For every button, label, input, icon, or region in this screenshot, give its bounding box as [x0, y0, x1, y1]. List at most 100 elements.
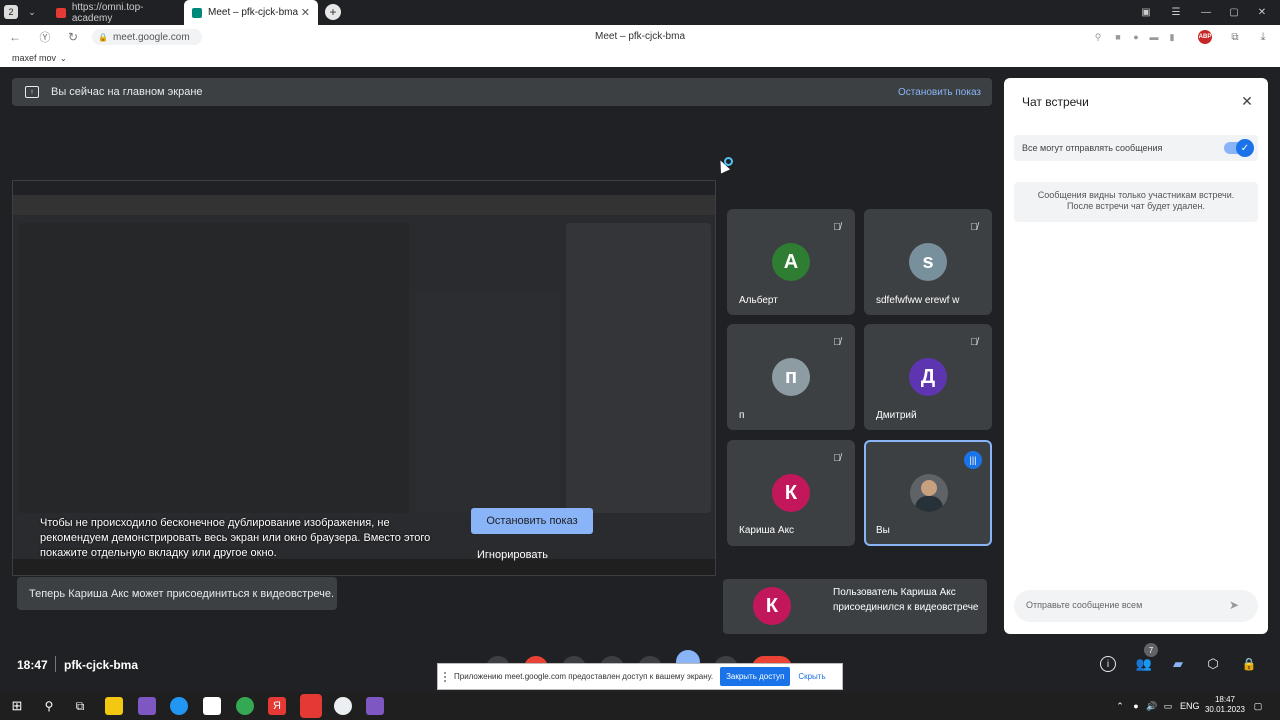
- participant-tile[interactable]: 🎙̸ s sdfefwfww erewf w: [864, 209, 992, 315]
- meeting-time: 18:47: [17, 658, 48, 672]
- avatar-initial: К: [784, 481, 798, 504]
- tab-omni[interactable]: https://omni.top-academy: [48, 0, 182, 25]
- new-tab-icon[interactable]: +: [325, 4, 341, 20]
- mic-icon[interactable]: ●: [1130, 31, 1142, 43]
- share-bar-text: Приложению meet.google.com предоставлен …: [454, 672, 714, 681]
- clock[interactable]: 18:47 30.01.2023: [1203, 695, 1247, 715]
- participant-name: sdfefwfww erewf w: [876, 295, 960, 306]
- browser-tab-bar: 2 ⌄ https://omni.top-academy Meet – pfk-…: [0, 0, 1280, 25]
- bookmark-icon[interactable]: ▮: [1166, 31, 1178, 43]
- people-count-badge: 7: [1144, 643, 1158, 657]
- info-icon[interactable]: i: [1100, 656, 1116, 672]
- mic-off-icon: 🎙̸: [833, 221, 841, 233]
- file-explorer-icon[interactable]: [105, 697, 123, 715]
- avatar: К: [753, 587, 791, 625]
- drag-handle-icon[interactable]: [444, 671, 449, 682]
- self-tile[interactable]: ||| Вы: [864, 440, 992, 546]
- chrome-icon[interactable]: [236, 697, 254, 715]
- tab-close-icon[interactable]: ✕: [301, 6, 310, 19]
- window-close-icon[interactable]: ✕: [1256, 5, 1268, 19]
- tab-counter[interactable]: 2: [4, 5, 18, 19]
- participant-name: Дмитрий: [876, 410, 917, 421]
- language-indicator[interactable]: ENG: [1180, 701, 1200, 711]
- extensions-icon[interactable]: ⧉: [1228, 30, 1242, 44]
- join-notification: К Пользователь Кариша Акс присоединился …: [723, 579, 987, 634]
- chat-icon[interactable]: ▰: [1170, 656, 1186, 672]
- yandex-browser-icon[interactable]: [300, 694, 322, 718]
- avatar-initial: К: [765, 594, 779, 617]
- store-icon[interactable]: [203, 697, 221, 715]
- avatar-initial: п: [784, 365, 798, 388]
- tab-label: https://omni.top-academy: [71, 1, 144, 24]
- avatar-initial: s: [922, 250, 934, 273]
- camera-icon[interactable]: ■: [1112, 31, 1124, 43]
- stop-access-button[interactable]: Закрыть доступ: [720, 667, 791, 686]
- info-toast: Теперь Кариша Акс может присоединиться к…: [17, 577, 337, 610]
- host-controls-icon[interactable]: 🔒: [1241, 656, 1257, 672]
- mic-off-icon: 🎙̸: [833, 452, 841, 464]
- present-screen-icon: ↑: [25, 86, 39, 98]
- adblock-icon[interactable]: ABP: [1198, 30, 1212, 44]
- minimize-icon[interactable]: —: [1200, 5, 1212, 19]
- send-icon[interactable]: ➤: [1226, 597, 1242, 613]
- download-icon[interactable]: ⤓: [1256, 30, 1270, 44]
- participant-tile[interactable]: 🎙̸ п п: [727, 324, 855, 430]
- reload-icon[interactable]: ↻: [66, 30, 80, 44]
- participant-tile[interactable]: 🎙̸ А Альберт: [727, 209, 855, 315]
- back-icon[interactable]: ←: [8, 30, 22, 44]
- bookmark-label: maxef mov: [12, 53, 57, 63]
- volume-icon[interactable]: 🔊: [1146, 700, 1158, 712]
- url-field[interactable]: 🔒 meet.google.com: [92, 29, 202, 45]
- avatar: Д: [909, 358, 947, 396]
- participant-name: Альберт: [739, 295, 778, 306]
- people-icon[interactable]: 👥: [1134, 656, 1154, 672]
- bookmark-folder[interactable]: maxef mov ⌄: [12, 53, 67, 63]
- divider: [55, 656, 56, 672]
- notifications-icon[interactable]: ▢: [1252, 700, 1264, 712]
- ignore-button[interactable]: Игнорировать: [477, 549, 548, 561]
- chat-toggle[interactable]: ✓: [1224, 139, 1254, 157]
- chevron-down-icon: ⌄: [60, 53, 67, 63]
- visual-studio-icon[interactable]: [138, 697, 156, 715]
- avatar: А: [772, 243, 810, 281]
- tray-mic-icon[interactable]: ●: [1130, 700, 1142, 712]
- yandex-app-icon[interactable]: Я: [268, 697, 286, 715]
- participant-tile[interactable]: 🎙̸ К Кариша Акс: [727, 440, 855, 546]
- hide-button[interactable]: Скрыть: [798, 672, 825, 681]
- activities-icon[interactable]: ⬡: [1205, 656, 1221, 672]
- tab-meet[interactable]: Meet – pfk-cjck-bma ✕: [184, 0, 318, 25]
- menu-icon[interactable]: ☰: [1170, 5, 1182, 19]
- page-title: Meet – pfk-cjck-bma: [594, 31, 686, 42]
- chat-message-input[interactable]: Отправьте сообщение всем ➤: [1014, 590, 1258, 622]
- stop-share-button[interactable]: Остановить показ: [471, 508, 593, 534]
- loading-spinner-icon: [724, 157, 733, 166]
- participant-name: п: [739, 410, 745, 421]
- app-icon[interactable]: [334, 697, 352, 715]
- chevron-down-icon[interactable]: ⌄: [26, 5, 38, 19]
- task-view-icon[interactable]: ⧉: [71, 697, 89, 715]
- preview-chat-panel: [566, 223, 711, 513]
- share-access-bar: Приложению meet.google.com предоставлен …: [437, 663, 843, 690]
- search-icon[interactable]: ⚲: [40, 697, 58, 715]
- yandex-icon[interactable]: Ⓨ: [38, 30, 52, 44]
- windows-taskbar: [0, 692, 1280, 720]
- tab-favicon-icon: [56, 7, 66, 18]
- close-icon[interactable]: ✕: [1240, 93, 1254, 109]
- maximize-icon[interactable]: ▢: [1228, 5, 1240, 19]
- edge-icon[interactable]: [170, 697, 188, 715]
- tray-chevron-up-icon[interactable]: ⌃: [1114, 700, 1126, 712]
- network-icon[interactable]: ▭: [1162, 700, 1174, 712]
- banner-text: Вы сейчас на главном экране: [51, 86, 203, 98]
- search-icon[interactable]: ⚲: [1092, 31, 1104, 43]
- participant-tile[interactable]: 🎙̸ Д Дмитрий: [864, 324, 992, 430]
- chat-bubble-icon[interactable]: ▬: [1148, 31, 1160, 43]
- clock-time: 18:47: [1214, 695, 1236, 704]
- windows-start-icon[interactable]: ⊞: [8, 697, 26, 715]
- check-icon: ✓: [1236, 139, 1254, 157]
- stop-presenting-link[interactable]: Остановить показ: [898, 87, 981, 98]
- visual-studio-code-icon[interactable]: [366, 697, 384, 715]
- collections-icon[interactable]: ▣: [1140, 5, 1152, 19]
- clock-date: 30.01.2023: [1204, 705, 1246, 714]
- lock-icon: 🔒: [98, 32, 108, 42]
- preview-tiles: [415, 293, 560, 513]
